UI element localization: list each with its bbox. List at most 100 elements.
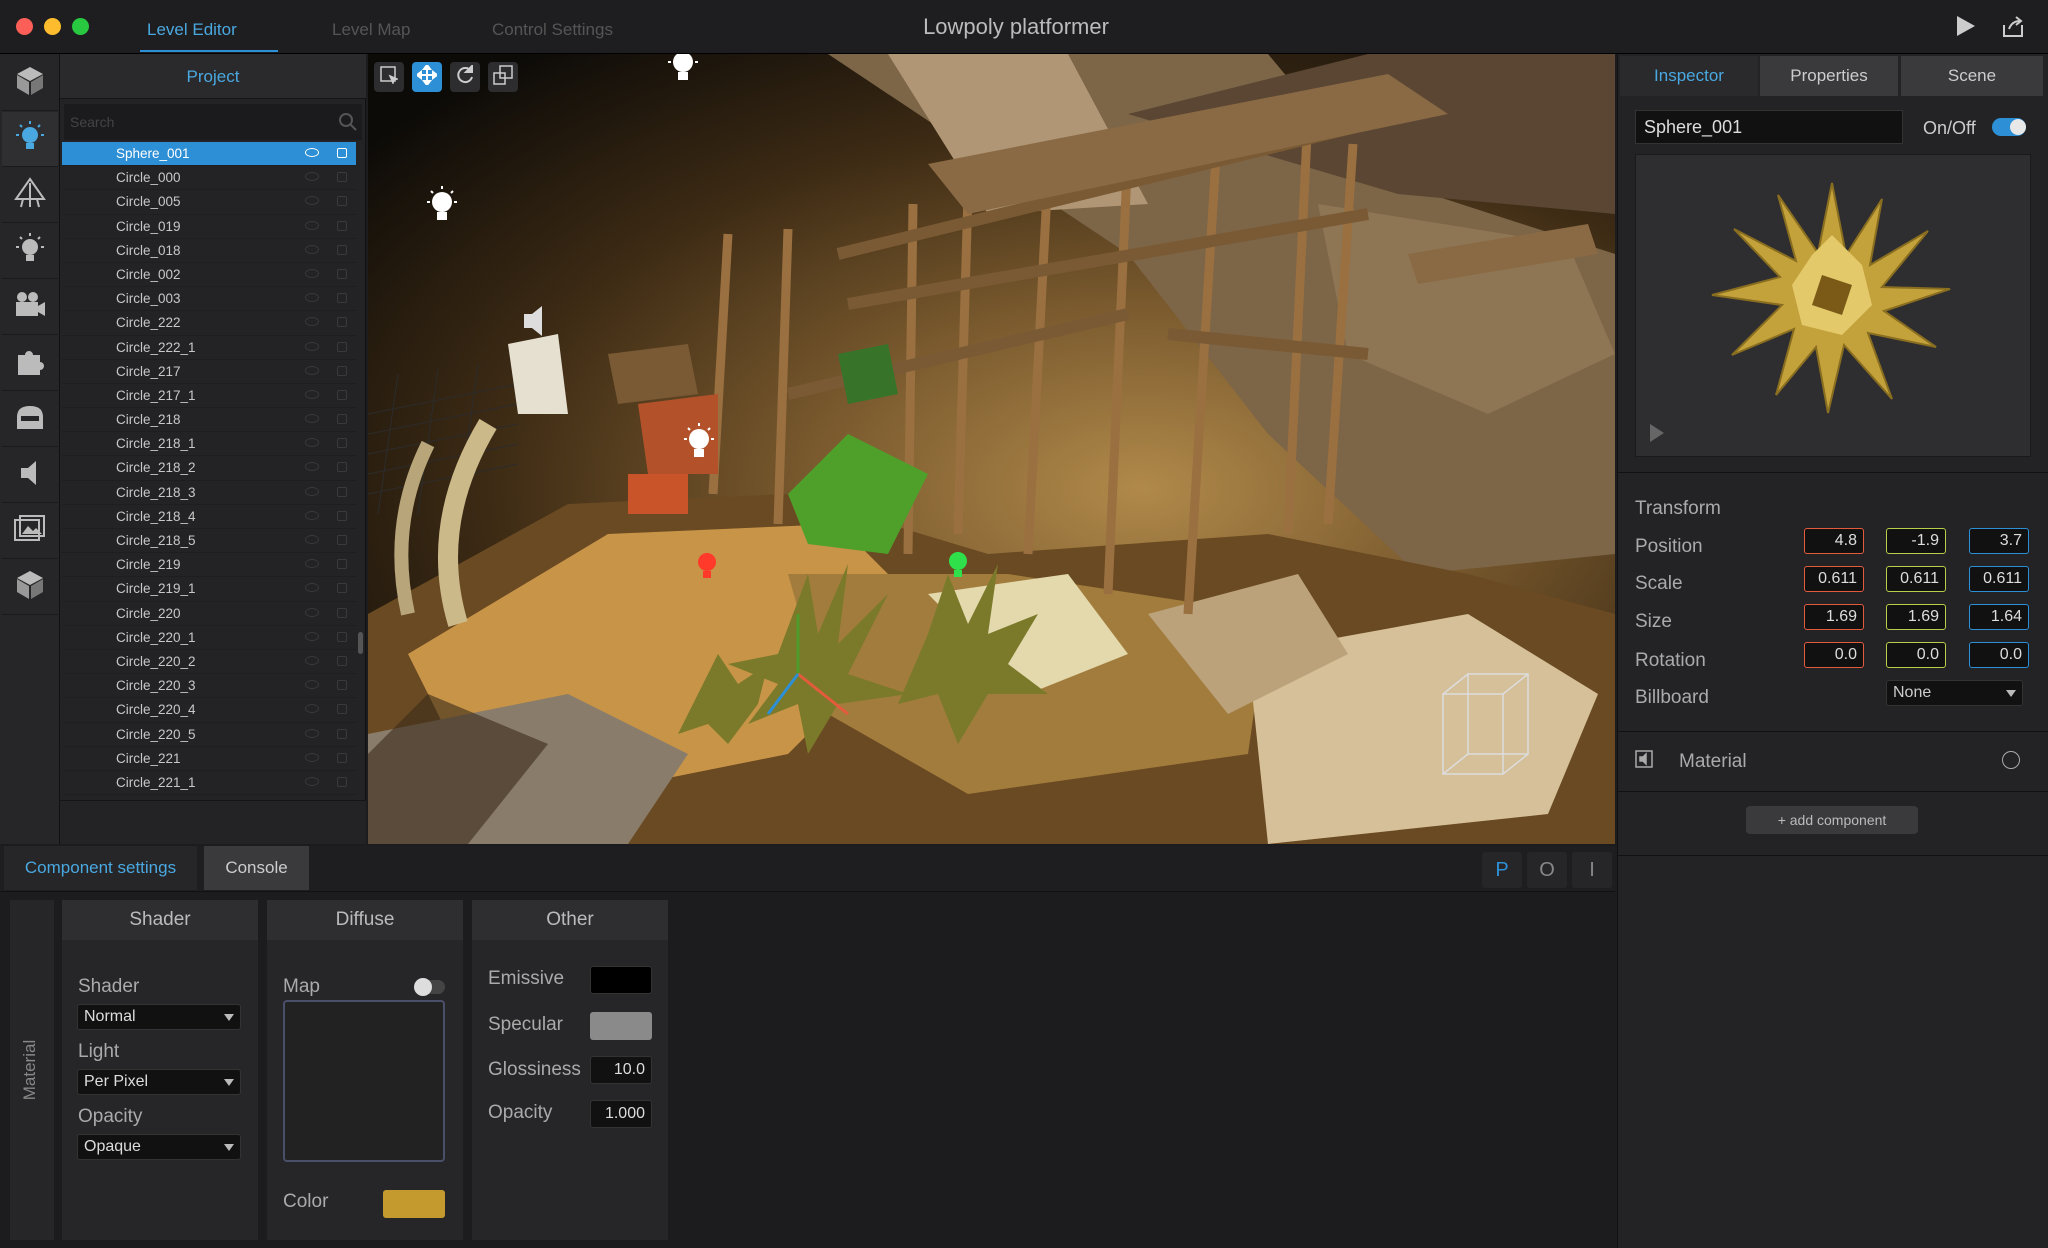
visibility-eye-icon[interactable] — [305, 752, 319, 762]
lock-icon[interactable] — [337, 728, 347, 739]
tab-inspector[interactable]: Inspector — [1620, 56, 1758, 96]
list-item[interactable]: Circle_219 — [62, 553, 356, 578]
list-item[interactable]: Circle_218_4 — [62, 505, 356, 529]
play-icon[interactable] — [1956, 15, 1976, 42]
mode-p-button[interactable]: P — [1482, 852, 1522, 888]
list-item[interactable]: Circle_222_1 — [62, 336, 356, 360]
material-toggle-circle[interactable] — [2002, 751, 2020, 769]
lock-icon[interactable] — [337, 535, 347, 545]
lock-icon[interactable] — [337, 148, 347, 158]
red-light-icon[interactable] — [692, 547, 722, 590]
cube-tool[interactable] — [2, 56, 58, 111]
glossiness-field[interactable]: 10.0 — [590, 1056, 652, 1084]
lock-icon[interactable] — [337, 244, 347, 255]
tab-console[interactable]: Console — [204, 846, 309, 890]
tree-tool[interactable] — [2, 168, 58, 223]
list-item[interactable]: Circle_002 — [62, 263, 356, 288]
visibility-eye-icon[interactable] — [305, 680, 319, 690]
image-tool[interactable] — [2, 504, 58, 559]
visibility-eye-icon[interactable] — [305, 535, 319, 544]
lock-icon[interactable] — [337, 631, 347, 642]
lock-icon[interactable] — [337, 220, 347, 231]
size-x-field[interactable]: 1.69 — [1804, 604, 1864, 630]
position-y-field[interactable]: -1.9 — [1886, 528, 1946, 554]
visibility-eye-icon[interactable] — [305, 220, 319, 230]
list-item[interactable]: Circle_220_5 — [62, 723, 356, 747]
lock-icon[interactable] — [337, 704, 347, 715]
visibility-eye-icon[interactable] — [305, 510, 319, 520]
visibility-eye-icon[interactable] — [305, 244, 319, 254]
rotate-tool-button[interactable] — [450, 62, 480, 92]
list-item[interactable]: Circle_000 — [62, 166, 356, 191]
lock-icon[interactable] — [337, 268, 347, 279]
list-item[interactable]: Circle_218 — [62, 408, 356, 433]
visibility-eye-icon[interactable] — [305, 728, 319, 738]
size-z-field[interactable]: 1.64 — [1969, 604, 2029, 630]
light-dropdown[interactable]: Per Pixel — [77, 1069, 241, 1095]
object-name-field[interactable]: Sphere_001 — [1635, 110, 1903, 144]
scene-viewport[interactable] — [368, 54, 1615, 844]
size-y-field[interactable]: 1.69 — [1886, 604, 1946, 630]
visibility-eye-icon[interactable] — [305, 196, 319, 206]
lock-icon[interactable] — [337, 559, 347, 570]
list-item[interactable]: Circle_217 — [62, 360, 356, 384]
tab-properties[interactable]: Properties — [1760, 56, 1898, 96]
mode-o-button[interactable]: O — [1527, 852, 1567, 888]
opacity-field[interactable]: 1.000 — [590, 1100, 652, 1128]
visibility-eye-icon[interactable] — [305, 486, 319, 496]
lock-icon[interactable] — [337, 317, 347, 328]
visibility-eye-icon[interactable] — [305, 365, 319, 375]
lock-icon[interactable] — [337, 438, 347, 449]
lock-icon[interactable] — [337, 607, 347, 618]
lock-icon[interactable] — [337, 655, 347, 666]
list-item[interactable]: Circle_221 — [62, 747, 356, 771]
visibility-eye-icon[interactable] — [305, 655, 319, 665]
visibility-eye-icon[interactable] — [305, 414, 319, 424]
list-item[interactable]: Sphere_001 — [62, 142, 356, 167]
lock-icon[interactable] — [337, 486, 347, 497]
sun-tool[interactable] — [2, 224, 58, 279]
list-item[interactable]: Circle_019 — [62, 215, 356, 239]
light-tool[interactable] — [2, 112, 58, 167]
billboard-dropdown[interactable]: None — [1886, 680, 2023, 706]
move-tool-button[interactable] — [412, 62, 442, 92]
lock-icon[interactable] — [337, 341, 347, 352]
material-side-tab[interactable]: Material — [10, 900, 54, 1240]
visibility-eye-icon[interactable] — [305, 317, 319, 327]
lock-icon[interactable] — [337, 414, 347, 425]
list-item[interactable]: Circle_222 — [62, 311, 356, 336]
preview-play-icon[interactable] — [1648, 423, 1666, 448]
scale-y-field[interactable]: 0.611 — [1886, 566, 1946, 592]
lock-icon[interactable] — [337, 510, 347, 521]
lock-icon[interactable] — [337, 583, 347, 594]
diffuse-color-swatch[interactable] — [383, 1190, 445, 1218]
camera-tool[interactable] — [2, 280, 58, 335]
tab-scene[interactable]: Scene — [1901, 56, 2043, 96]
visibility-eye-icon[interactable] — [305, 172, 319, 182]
scale-x-field[interactable]: 0.611 — [1804, 566, 1864, 592]
tab-component-settings[interactable]: Component settings — [4, 846, 197, 890]
add-component-button[interactable]: + add component — [1746, 806, 1918, 834]
lock-icon[interactable] — [337, 293, 347, 304]
visibility-eye-icon[interactable] — [305, 438, 319, 448]
lock-icon[interactable] — [337, 776, 347, 787]
list-item[interactable]: Circle_220_2 — [62, 650, 356, 675]
hierarchy-scrollbar[interactable] — [358, 632, 363, 654]
visibility-eye-icon[interactable] — [305, 559, 319, 569]
search-icon[interactable] — [338, 112, 358, 137]
list-item[interactable]: Circle_003 — [62, 287, 356, 312]
audio-source-icon[interactable] — [520, 304, 554, 343]
lock-icon[interactable] — [337, 196, 347, 207]
select-tool-button[interactable] — [374, 62, 404, 92]
character-tool[interactable] — [2, 392, 58, 447]
list-item[interactable]: Circle_220_3 — [62, 674, 356, 699]
visibility-eye-icon[interactable] — [305, 148, 319, 157]
visibility-eye-icon[interactable] — [305, 389, 319, 399]
mode-i-button[interactable]: I — [1572, 852, 1612, 888]
rotation-y-field[interactable]: 0.0 — [1886, 642, 1946, 668]
list-item[interactable]: Circle_220_4 — [62, 698, 356, 723]
project-header[interactable]: Project — [60, 54, 366, 99]
list-item[interactable]: Circle_005 — [62, 190, 356, 215]
scene-light-icon[interactable] — [681, 421, 717, 470]
list-item[interactable]: Circle_218_1 — [62, 432, 356, 457]
